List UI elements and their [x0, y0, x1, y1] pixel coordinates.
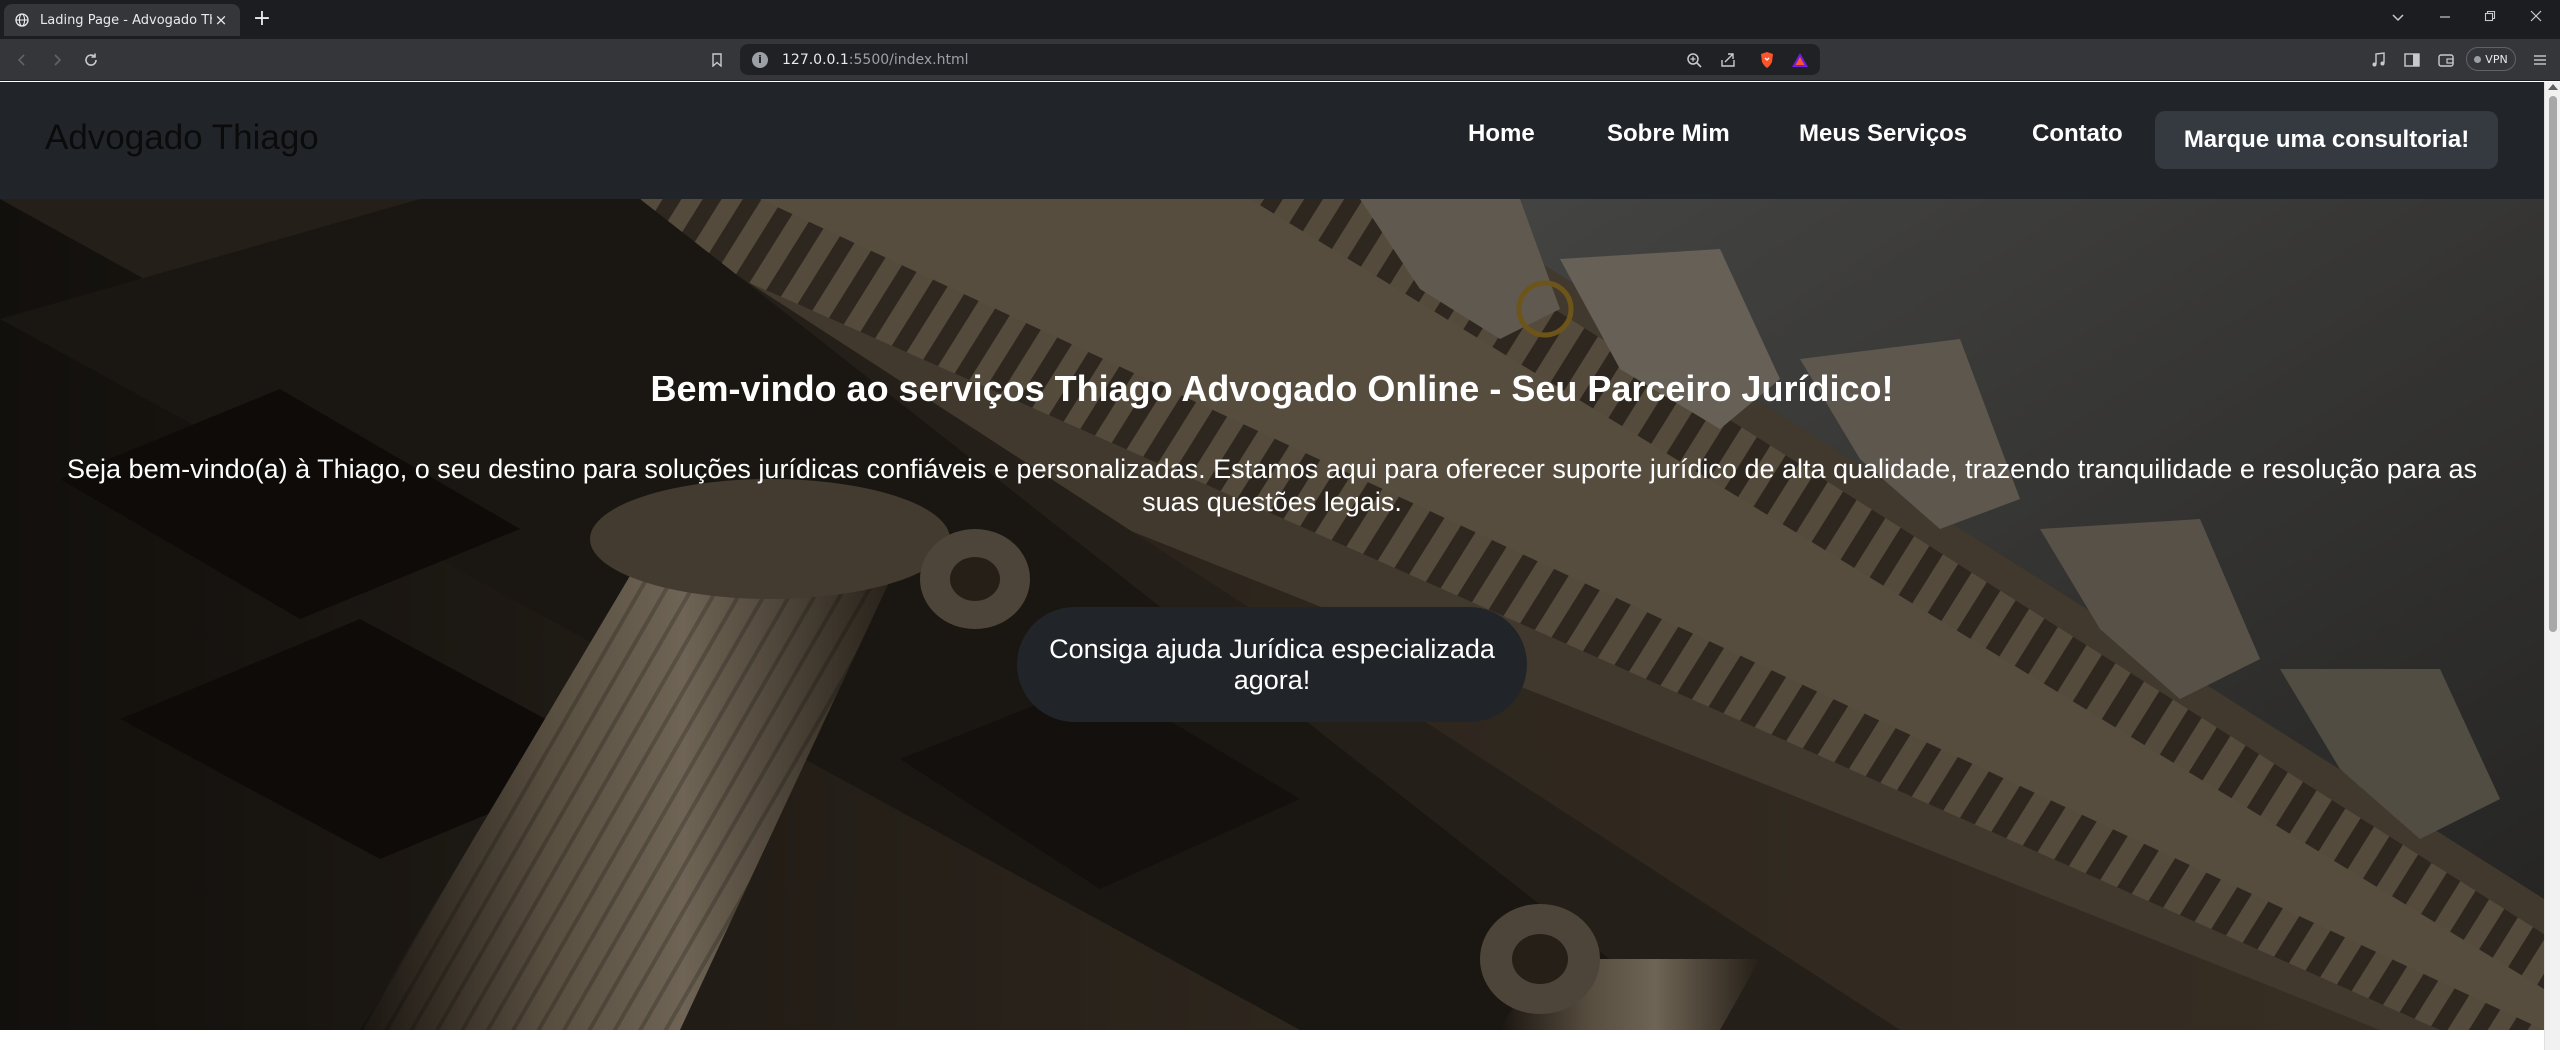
- menu-icon[interactable]: [2528, 48, 2552, 72]
- get-legal-help-button[interactable]: Consiga ajuda Jurídica especializada ago…: [1017, 607, 1527, 722]
- site-header: Advogado Thiago Home Sobre Mim Meus Serv…: [0, 82, 2544, 199]
- nav-sobre-mim[interactable]: Sobre Mim: [1607, 120, 1730, 148]
- vpn-label: VPN: [2485, 52, 2508, 66]
- scrollbar-thumb[interactable]: [2549, 96, 2557, 632]
- vpn-button[interactable]: VPN: [2466, 47, 2516, 71]
- tab-close-icon[interactable]: ×: [212, 11, 230, 29]
- new-tab-button[interactable]: +: [250, 7, 274, 31]
- restore-icon[interactable]: [2480, 8, 2500, 26]
- address-bar[interactable]: i 127.0.0.1:5500/index.html: [740, 44, 1820, 75]
- hero-section: Bem-vindo ao serviços Thiago Advogado On…: [0, 199, 2544, 1030]
- nav-contato[interactable]: Contato: [2032, 120, 2123, 148]
- vpn-status-icon: [2474, 55, 2482, 63]
- brave-shields-icon[interactable]: [1757, 50, 1777, 70]
- close-window-icon[interactable]: [2526, 8, 2546, 26]
- url-host: 127.0.0.1: [782, 51, 849, 68]
- page-viewport: Advogado Thiago Home Sobre Mim Meus Serv…: [0, 82, 2544, 1050]
- brave-rewards-icon[interactable]: [1790, 50, 1810, 70]
- bookmark-icon[interactable]: [705, 48, 729, 72]
- site-info-icon[interactable]: i: [752, 51, 768, 68]
- schedule-consultation-button[interactable]: Marque uma consultoria!: [2155, 111, 2498, 169]
- share-icon[interactable]: [1718, 50, 1738, 70]
- scroll-up-icon[interactable]: [2548, 84, 2558, 90]
- minimize-icon[interactable]: [2435, 8, 2455, 26]
- reload-icon[interactable]: [79, 48, 103, 72]
- back-icon[interactable]: [10, 48, 34, 72]
- nav-home[interactable]: Home: [1468, 120, 1535, 148]
- site-logo[interactable]: Advogado Thiago: [45, 118, 319, 158]
- hero-title: Bem-vindo ao serviços Thiago Advogado On…: [650, 368, 1894, 409]
- forward-icon[interactable]: [45, 48, 69, 72]
- browser-tab-bar: Lading Page - Advogado Thiago × +: [0, 0, 2560, 39]
- hero-description: Seja bem-vindo(a) à Thiago, o seu destin…: [67, 454, 2477, 517]
- media-icon[interactable]: [2366, 48, 2390, 72]
- browser-tab[interactable]: Lading Page - Advogado Thiago ×: [4, 4, 240, 36]
- tab-search-icon[interactable]: [2388, 8, 2408, 26]
- wallet-icon[interactable]: [2434, 48, 2458, 72]
- zoom-icon[interactable]: [1684, 50, 1704, 70]
- page-scrollbar[interactable]: [2544, 82, 2560, 1050]
- sidebar-icon[interactable]: [2400, 48, 2424, 72]
- browser-toolbar: i 127.0.0.1:5500/index.html VPN: [0, 39, 2560, 81]
- nav-meus-servicos[interactable]: Meus Serviços: [1799, 120, 1967, 148]
- globe-icon: [14, 12, 30, 28]
- url-path: :5500/index.html: [848, 51, 969, 68]
- tab-title: Lading Page - Advogado Thiago: [40, 12, 212, 28]
- page-bottom-strip: [0, 1030, 2544, 1050]
